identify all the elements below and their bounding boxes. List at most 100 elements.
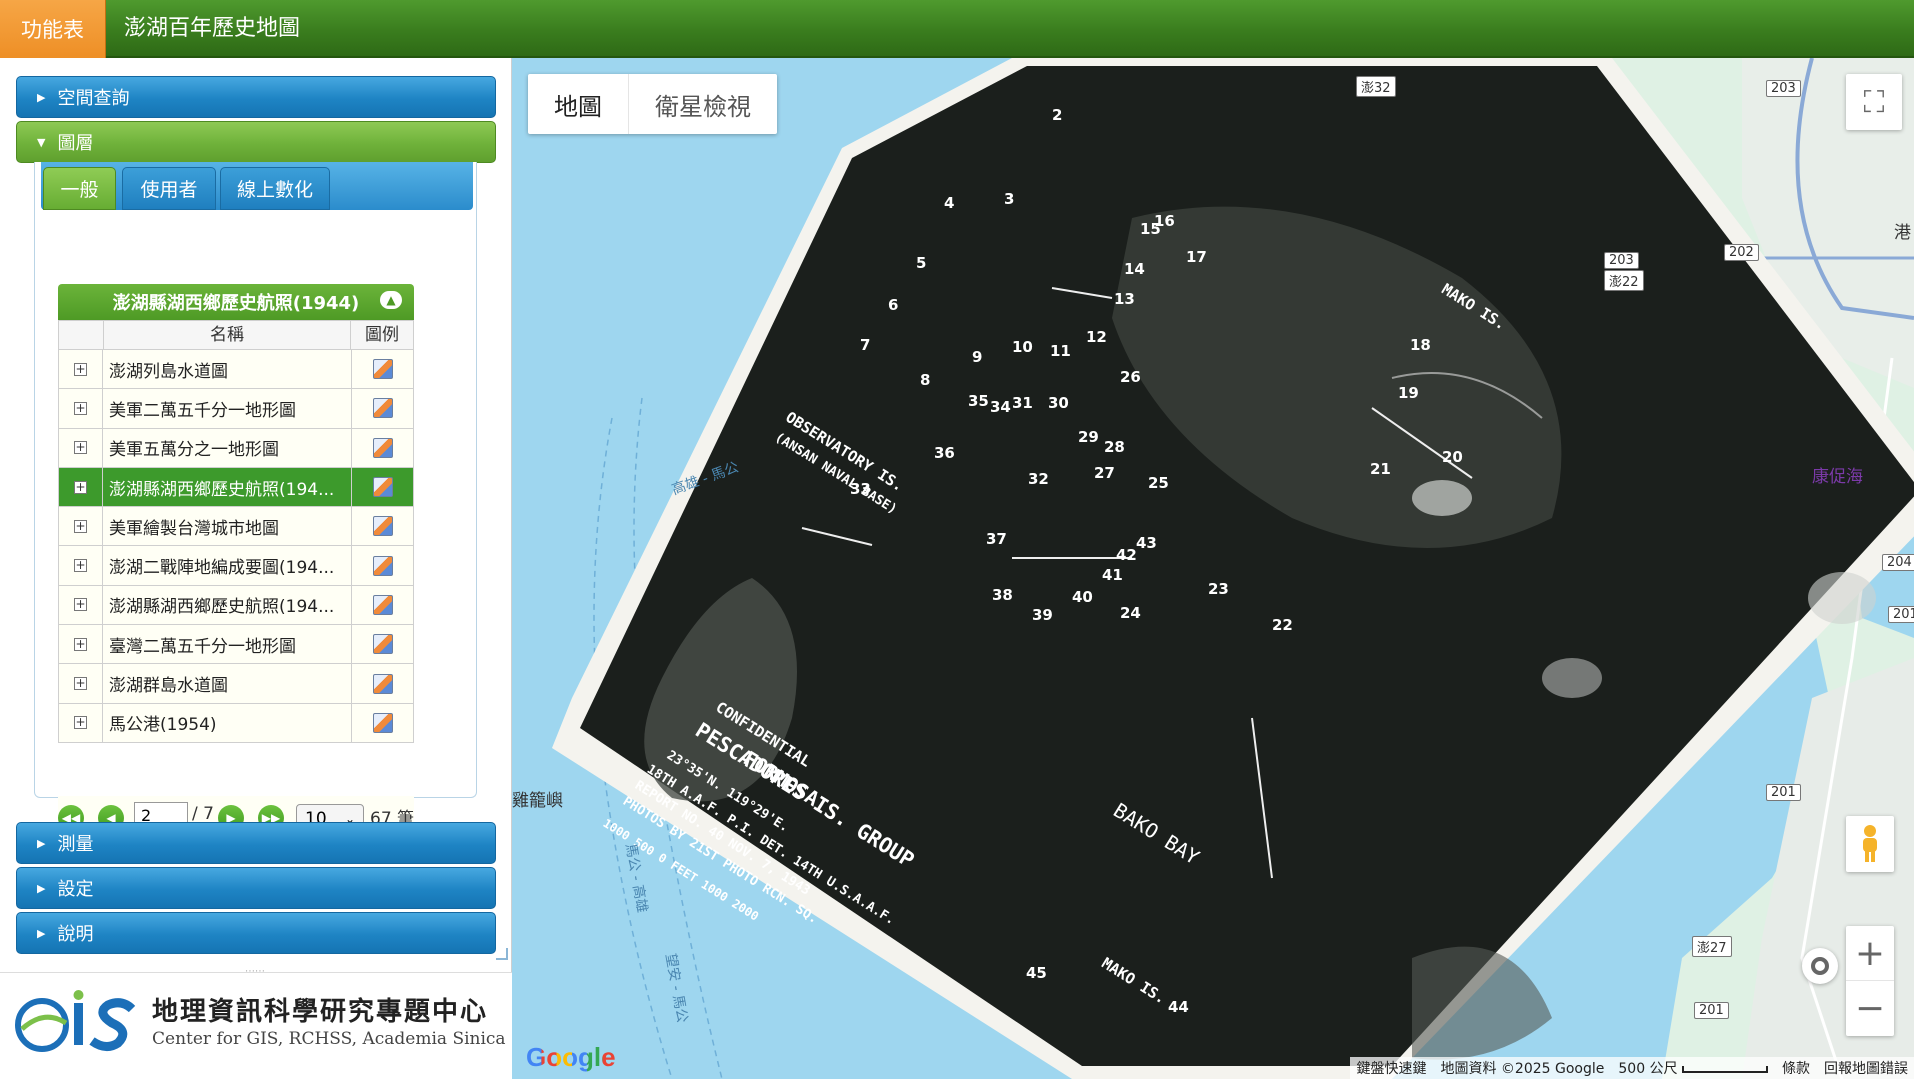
map-type-map-button[interactable]: 地圖 — [528, 74, 628, 134]
photo-number: 8 — [920, 371, 931, 389]
plus-icon: + — [74, 440, 87, 455]
expand-cell[interactable]: + — [59, 546, 103, 585]
legend-cell[interactable] — [351, 350, 413, 389]
photo-number: 24 — [1120, 604, 1141, 622]
section-measure[interactable]: ▶ 測量 — [16, 822, 496, 864]
legend-icon[interactable] — [372, 594, 393, 615]
keyboard-shortcuts-link[interactable]: 鍵盤快速鍵 — [1356, 1058, 1426, 1078]
menu-button[interactable]: 功能表 — [0, 0, 106, 58]
legend-cell[interactable] — [351, 664, 413, 703]
map-type-satellite-button[interactable]: 衛星檢視 — [628, 74, 777, 134]
legend-icon[interactable] — [372, 634, 393, 655]
map-type-control: 地圖 衛星檢視 — [528, 74, 777, 134]
table-row[interactable]: + 澎湖二戰陣地編成要圖(194... — [58, 546, 414, 586]
poi-label[interactable]: 康促海 — [1812, 462, 1863, 487]
plus-icon: + — [74, 676, 87, 691]
expand-cell[interactable]: + — [59, 428, 103, 467]
layer-name: 澎湖縣湖西鄉歷史航照(194... — [109, 479, 335, 500]
fullscreen-icon[interactable]: ⛶ — [1846, 74, 1902, 130]
tab-online-digitize[interactable]: 線上數化 — [220, 167, 330, 210]
photo-number: 5 — [916, 254, 927, 272]
photo-number: 30 — [1048, 394, 1069, 412]
section-spatial-query[interactable]: ▶ 空間查詢 — [16, 76, 496, 118]
road-shield: 澎27 — [1692, 936, 1732, 957]
legend-cell[interactable] — [351, 507, 413, 546]
legend-icon[interactable] — [372, 673, 393, 694]
legend-cell[interactable] — [351, 625, 413, 664]
table-row[interactable]: + 臺灣二萬五千分一地形圖 — [58, 625, 414, 665]
table-row-selected[interactable]: + 澎湖縣湖西鄉歷史航照(194... — [58, 467, 414, 508]
table-row[interactable]: + 美軍二萬五千分一地形圖 — [58, 389, 414, 429]
photo-number: 34 — [990, 398, 1011, 416]
expand-cell[interactable]: + — [59, 389, 103, 428]
photo-number: 10 — [1012, 338, 1033, 356]
layer-name: 澎湖二戰陣地編成要圖(194... — [109, 558, 335, 579]
legend-cell[interactable] — [351, 546, 413, 585]
resize-corner-icon[interactable] — [496, 948, 508, 960]
expand-cell[interactable]: + — [59, 350, 103, 389]
photo-number: 19 — [1398, 384, 1419, 402]
expand-cell[interactable]: + — [59, 625, 103, 664]
section-settings[interactable]: ▶ 設定 — [16, 867, 496, 909]
legend-icon[interactable] — [372, 398, 393, 419]
table-row[interactable]: + 美軍繪製台灣城市地圖 — [58, 507, 414, 547]
org-name-cn: 地理資訊科學研究專題中心 — [152, 997, 489, 1027]
table-row[interactable]: + 澎湖縣湖西鄉歷史航照(194... — [58, 585, 414, 626]
section-label: 圖層 — [57, 133, 94, 154]
google-logo-text: Google — [526, 1042, 616, 1072]
legend-cell[interactable] — [351, 467, 413, 507]
photo-number: 40 — [1072, 588, 1093, 606]
layer-name: 馬公港(1954) — [109, 715, 217, 736]
zoom-in-icon[interactable]: + — [1846, 926, 1894, 981]
expand-cell[interactable]: + — [59, 507, 103, 546]
my-location-icon[interactable] — [1802, 948, 1838, 984]
legend-cell[interactable] — [351, 428, 413, 467]
layer-name: 澎湖縣湖西鄉歷史航照(194... — [109, 597, 335, 618]
section-layers[interactable]: ▼ 圖層 — [16, 121, 496, 163]
expand-cell[interactable]: + — [59, 467, 103, 507]
report-error-link[interactable]: 回報地圖錯誤 — [1824, 1058, 1908, 1078]
column-name[interactable]: 名稱 — [103, 321, 351, 349]
legend-cell[interactable] — [351, 703, 413, 742]
photo-number: 41 — [1102, 566, 1123, 584]
photo-number: 9 — [972, 348, 983, 366]
photo-number: 33 — [850, 480, 871, 498]
google-logo: Google — [526, 1042, 616, 1073]
layer-subtabs: 一般 使用者 線上數化 — [41, 162, 473, 210]
road-shield: 202 — [1724, 244, 1759, 261]
photo-number: 36 — [934, 444, 955, 462]
legend-icon[interactable] — [372, 437, 393, 458]
column-legend[interactable]: 圖例 — [351, 321, 413, 349]
legend-icon[interactable] — [372, 359, 393, 380]
scale-bar[interactable]: 500 公尺 — [1618, 1058, 1768, 1078]
table-row[interactable]: + 澎湖列島水道圖 — [58, 350, 414, 390]
collapse-icon[interactable]: ▲ — [380, 291, 402, 309]
map-view[interactable]: OBSERVATORY IS. (ANSAN NAVAL BASE) MAKO … — [512, 58, 1914, 1079]
photo-number: 18 — [1410, 336, 1431, 354]
legend-icon[interactable] — [372, 477, 393, 498]
expand-cell[interactable]: + — [59, 585, 103, 625]
tab-user[interactable]: 使用者 — [122, 167, 216, 210]
legend-icon[interactable] — [372, 712, 393, 733]
layer-name: 澎湖群島水道圖 — [109, 676, 228, 697]
expand-cell[interactable]: + — [59, 703, 103, 742]
legend-icon[interactable] — [372, 516, 393, 537]
plus-icon: + — [74, 558, 87, 573]
photo-number: 31 — [1012, 394, 1033, 412]
scale-label: 500 公尺 — [1618, 1061, 1678, 1077]
tab-general[interactable]: 一般 — [43, 167, 116, 210]
zoom-out-icon[interactable]: − — [1846, 981, 1894, 1036]
table-row[interactable]: + 馬公港(1954) — [58, 703, 414, 743]
expand-cell[interactable]: + — [59, 664, 103, 703]
terms-link[interactable]: 條款 — [1782, 1058, 1810, 1078]
zoom-control: + − — [1846, 926, 1894, 1036]
legend-cell[interactable] — [351, 585, 413, 625]
section-help[interactable]: ▶ 說明 — [16, 912, 496, 954]
table-row[interactable]: + 美軍五萬分之一地形圖 — [58, 428, 414, 468]
legend-icon[interactable] — [372, 555, 393, 576]
table-row[interactable]: + 澎湖群島水道圖 — [58, 664, 414, 704]
grid-header: 名稱 圖例 — [58, 320, 414, 350]
legend-cell[interactable] — [351, 389, 413, 428]
pegman-icon[interactable] — [1846, 816, 1894, 872]
layer-name: 澎湖列島水道圖 — [109, 361, 228, 382]
